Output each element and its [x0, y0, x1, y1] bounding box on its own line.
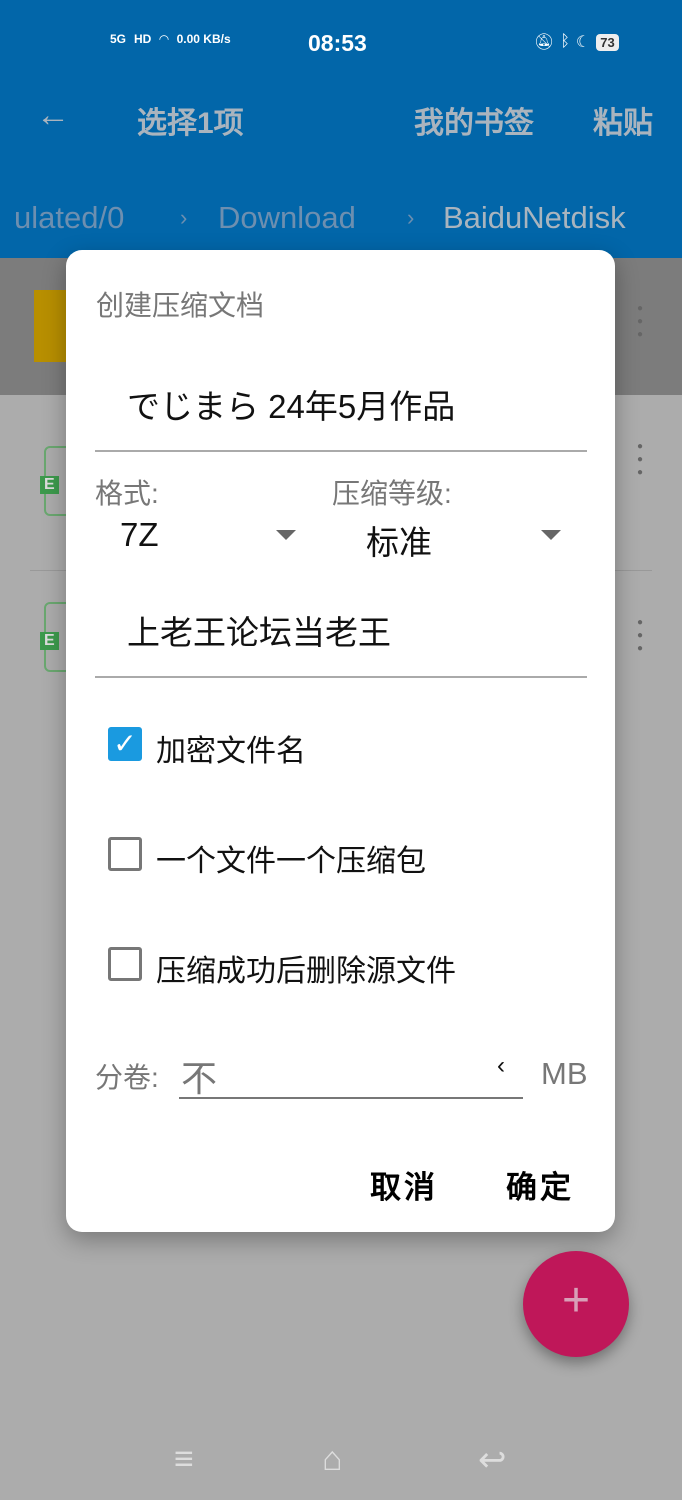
status-bar: 5G HD ◠ 0.00 KB/s 08:53 🔕︎ ᛒ ☾ 73 [0, 28, 682, 60]
password-input[interactable]: 上老王论坛当老王 [95, 586, 587, 678]
breadcrumb: ulated/0 › Download › BaiduNetdisk [0, 198, 682, 242]
breadcrumb-item[interactable]: ulated/0 [14, 198, 124, 238]
back-arrow-icon[interactable]: ← [36, 96, 70, 135]
add-button[interactable]: + [523, 1251, 629, 1357]
more-icon[interactable]: ● ● ● [636, 616, 644, 655]
mute-icon: 🔕︎ [534, 34, 555, 51]
checkbox-icon [108, 947, 142, 981]
wifi-icon: ◠ [159, 32, 169, 46]
more-icon[interactable]: ● ● ● [636, 302, 644, 341]
battery-indicator: 73 [596, 33, 619, 51]
breadcrumb-item[interactable]: BaiduNetdisk [443, 198, 626, 238]
chevron-left-icon: ‹ [497, 1052, 505, 1079]
back-nav-icon[interactable]: ↩ [478, 1440, 507, 1480]
clock: 08:53 [308, 30, 367, 56]
more-icon[interactable]: ● ● ● [636, 440, 644, 479]
dropdown-arrow-icon [276, 530, 296, 540]
network-indicator: 5G [110, 32, 127, 46]
format-label: 格式: [95, 478, 159, 509]
checkbox-checked-icon: ✓ [108, 727, 142, 761]
cancel-button[interactable]: 取消 [370, 1162, 438, 1207]
dropdown-arrow-icon [541, 530, 561, 540]
page-title: 选择1项 [137, 107, 244, 140]
paste-button[interactable]: 粘贴 [593, 98, 653, 142]
level-label: 压缩等级: [332, 478, 452, 509]
speed-indicator: 0.00 KB/s [176, 32, 231, 46]
split-unit: MB [541, 1056, 588, 1091]
breadcrumb-item[interactable]: Download [218, 198, 356, 238]
split-label: 分卷: [95, 1062, 159, 1093]
chevron-right-icon: › [180, 205, 188, 230]
moon-icon: ☾ [575, 34, 591, 51]
menu-nav-icon[interactable]: ≡ [174, 1440, 194, 1479]
ok-button[interactable]: 确定 [506, 1162, 574, 1207]
split-size-input[interactable]: 不 ‹ [179, 1046, 523, 1099]
app-header: 5G HD ◠ 0.00 KB/s 08:53 🔕︎ ᛒ ☾ 73 ← 选择1项 我的书签 … [0, 0, 682, 258]
archive-name-input[interactable]: でじまら 24年5月作品 [95, 360, 587, 452]
plus-icon: + [561, 1274, 591, 1327]
create-archive-dialog: 创建压缩文档 でじまら 24年5月作品 格式: 压缩等级: 7Z 标准 上老王论… [66, 250, 615, 1232]
bluetooth-icon: ᛒ [560, 33, 570, 50]
chevron-right-icon: › [407, 205, 415, 230]
dialog-title: 创建压缩文档 [96, 290, 265, 321]
checkbox-icon [108, 837, 142, 871]
hd-indicator: HD [134, 32, 152, 46]
home-nav-icon[interactable]: ⌂ [322, 1440, 343, 1479]
bookmarks-button[interactable]: 我的书签 [414, 98, 534, 142]
